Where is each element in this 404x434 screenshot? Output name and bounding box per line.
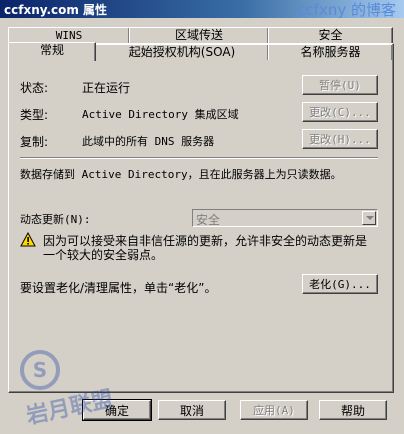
- tab-zone-transfers[interactable]: 区域传送: [129, 27, 269, 43]
- ok-button[interactable]: 确定: [82, 399, 152, 421]
- status-label: 状态:: [20, 81, 49, 95]
- replication-change-button[interactable]: 更改(H)...: [302, 129, 378, 149]
- dynamic-update-select[interactable]: 安全: [192, 209, 378, 227]
- cancel-button[interactable]: 取消: [158, 400, 226, 420]
- tab-wins[interactable]: WINS: [8, 27, 130, 43]
- separator: [20, 157, 378, 159]
- window-title: ccfxny.com 属性: [4, 3, 108, 17]
- watermark-text: ccfxny 的博客: [297, 1, 396, 19]
- aging-button[interactable]: 老化(G)...: [302, 274, 378, 294]
- status-value: 正在运行: [82, 81, 131, 95]
- warning-line-2: 一个较大的安全弱点。: [43, 248, 164, 262]
- storage-note: 数据存储到 Active Directory，且在此服务器上为只读数据。: [20, 168, 342, 181]
- replication-value: 此域中的所有 DNS 服务器: [82, 135, 215, 148]
- help-button[interactable]: 帮助: [319, 400, 387, 420]
- tab-general[interactable]: 常规: [8, 42, 96, 61]
- dynamic-update-label: 动态更新(N):: [20, 213, 91, 226]
- tab-security[interactable]: 安全: [268, 27, 393, 43]
- title-bar: ccfxny.com 属性 ccfxny 的博客: [0, 0, 404, 19]
- aging-note: 要设置老化/清理属性，单击“老化”。: [20, 281, 217, 295]
- dynamic-update-value: 安全: [196, 213, 221, 227]
- chevron-down-icon[interactable]: [362, 211, 376, 225]
- replication-label: 复制:: [20, 135, 49, 149]
- pause-button[interactable]: 暂停(U): [302, 75, 378, 95]
- warning-icon: [20, 232, 36, 247]
- type-change-button[interactable]: 更改(C)...: [302, 102, 378, 122]
- type-label: 类型:: [20, 108, 49, 122]
- apply-button[interactable]: 应用(A): [240, 400, 308, 420]
- type-value: Active Directory 集成区域: [82, 108, 239, 121]
- general-panel: 状态: 正在运行 暂停(U) 类型: Active Directory 集成区域…: [8, 43, 394, 393]
